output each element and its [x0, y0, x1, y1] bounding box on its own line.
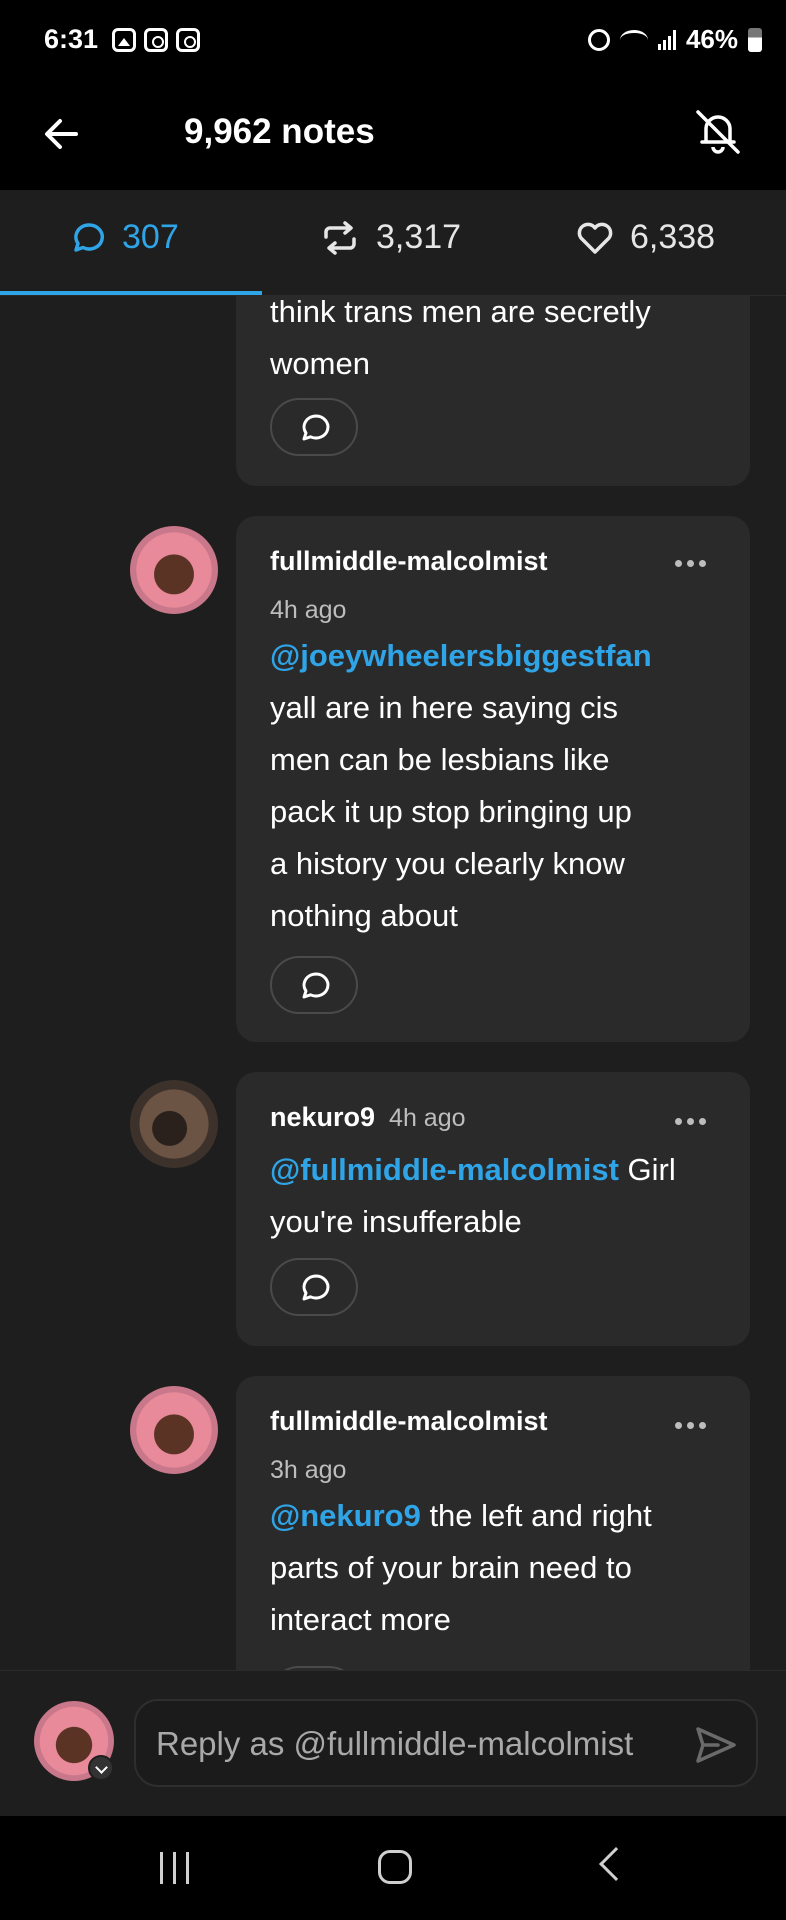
reply-card: fullmiddle-malcolmist 3h ago @nekuro9 th… [236, 1376, 750, 1670]
home-button[interactable] [378, 1850, 412, 1884]
alarm-icon [587, 28, 610, 51]
reply-button[interactable] [270, 398, 358, 456]
reply-username[interactable]: fullmiddle-malcolmist [270, 546, 548, 577]
status-notification-icons [112, 28, 200, 52]
reply-card: think trans men are secretly women [236, 296, 750, 486]
system-back-button[interactable] [599, 1847, 633, 1881]
signal-icon [657, 29, 676, 50]
reply-input-placeholder: Reply as @fullmiddle-malcolmist [156, 1725, 634, 1762]
tab-reblogs-count: 3,317 [376, 218, 462, 256]
reply-username[interactable]: nekuro9 4h ago [270, 1102, 466, 1133]
tab-replies[interactable]: 307 [72, 218, 179, 257]
reply-card: nekuro9 4h ago @fullmiddle-malcolmist Gir… [236, 1072, 750, 1346]
avatar[interactable] [130, 1386, 218, 1474]
status-time: 6:31 [44, 24, 99, 54]
notes-tabs: 307 3,317 6,338 [0, 190, 786, 296]
tab-likes[interactable]: 6,338 [576, 218, 715, 257]
mention-link[interactable]: @nekuro9 [270, 1498, 421, 1533]
reply-text: think trans men are secretly women [270, 296, 651, 381]
reply-username[interactable]: fullmiddle-malcolmist [270, 1406, 548, 1437]
more-options-button[interactable] [675, 560, 706, 567]
reply-time: 3h ago [270, 1456, 347, 1484]
back-button[interactable] [40, 112, 84, 156]
avatar[interactable] [130, 526, 218, 614]
reply-button[interactable] [270, 956, 358, 1014]
reply-composer: Reply as @fullmiddle-malcolmist [0, 1670, 786, 1816]
reply-time: 4h ago [270, 596, 347, 624]
top-bar: 9,962 notes [0, 86, 786, 190]
wifi-icon [619, 29, 648, 50]
reply-button[interactable] [270, 1258, 358, 1316]
arrow-left-icon [45, 119, 78, 149]
reblog-icon [324, 220, 356, 255]
gallery-icon [112, 28, 136, 52]
heart-icon [577, 222, 613, 254]
avatar[interactable] [130, 1080, 218, 1168]
send-button[interactable] [692, 1721, 740, 1769]
comment-icon [302, 972, 330, 999]
recents-button[interactable] [160, 1852, 189, 1884]
reply-time: 4h ago [389, 1104, 466, 1132]
tab-reblogs[interactable]: 3,317 [320, 218, 461, 257]
status-system-icons: 46% [587, 24, 762, 55]
reply-card: fullmiddle-malcolmist 4h ago @joeywheele… [236, 516, 750, 1042]
reply-text: @nekuro9 the left and right parts of you… [270, 1498, 652, 1637]
system-nav-bar [0, 1816, 786, 1920]
tab-replies-count: 307 [122, 218, 179, 256]
comment-icon [74, 222, 105, 252]
send-icon [696, 1727, 736, 1763]
instagram-icon [144, 28, 168, 52]
reply-text: @joeywheelersbiggestfan yall are in here… [270, 630, 720, 942]
mention-link[interactable]: @fullmiddle-malcolmist [270, 1152, 619, 1187]
active-tab-indicator [0, 291, 262, 295]
reply-input[interactable]: Reply as @fullmiddle-malcolmist [134, 1699, 758, 1787]
more-options-button[interactable] [675, 1422, 706, 1429]
battery-icon [748, 27, 762, 52]
comment-icon [302, 414, 330, 441]
page-title: 9,962 notes [184, 112, 375, 151]
status-bar: 6:31 46% [0, 0, 786, 86]
instagram-icon [176, 28, 200, 52]
battery-percent: 46% [685, 24, 738, 54]
more-options-button[interactable] [675, 1118, 706, 1125]
mute-notifications-button[interactable] [688, 102, 748, 162]
replies-list[interactable]: think trans men are secretly women fullm… [0, 296, 786, 1670]
reply-text: @fullmiddle-malcolmist Girl you're insuf… [270, 1152, 676, 1239]
bell-off-icon [696, 110, 740, 154]
chevron-down-icon[interactable] [88, 1755, 114, 1781]
comment-icon [302, 1274, 330, 1301]
mention-link[interactable]: @joeywheelersbiggestfan [270, 630, 720, 682]
tab-likes-count: 6,338 [630, 218, 716, 256]
